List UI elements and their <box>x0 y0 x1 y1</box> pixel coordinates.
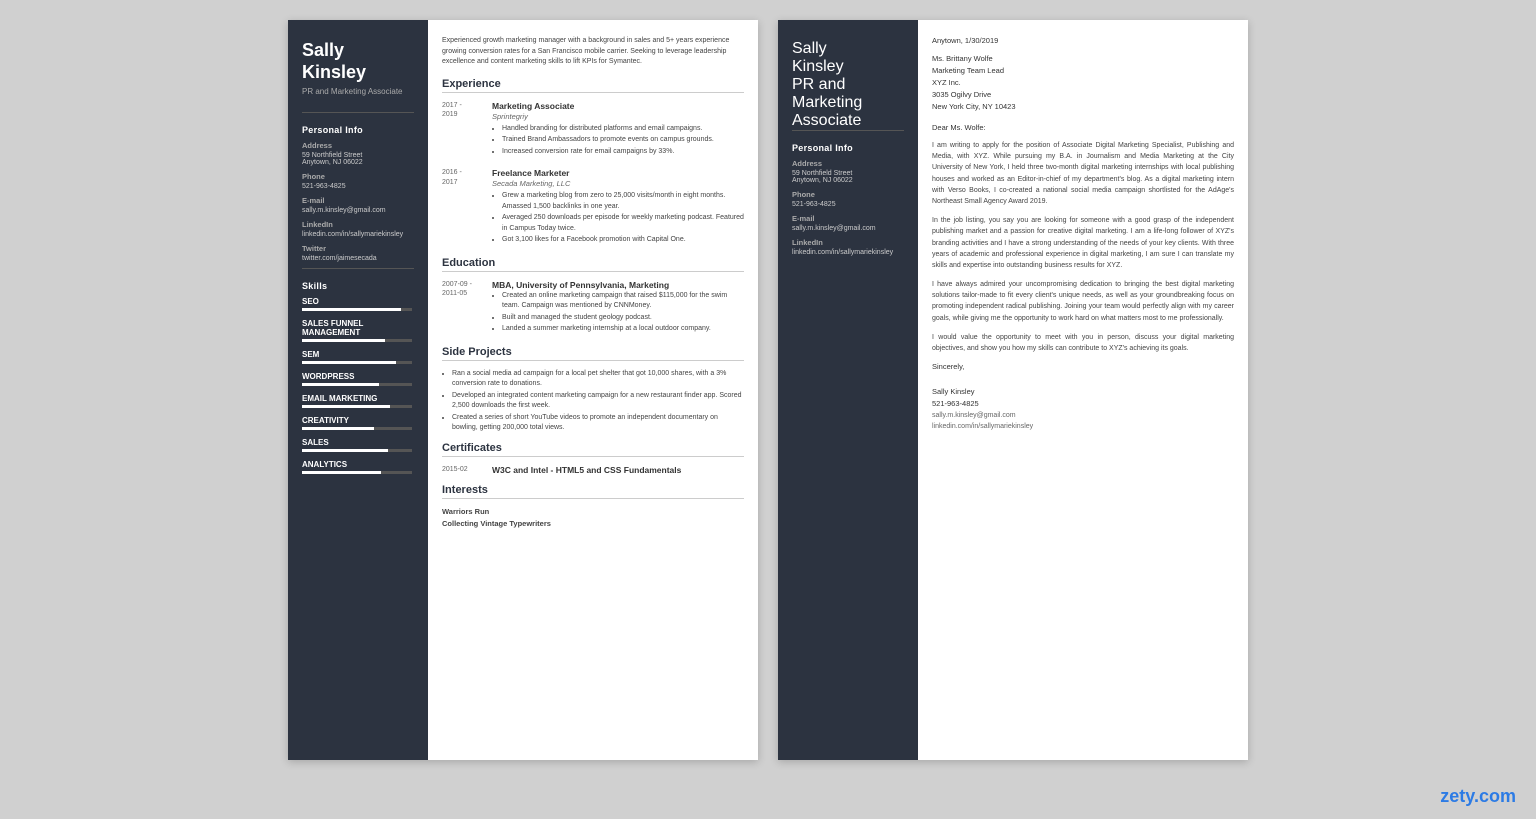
interest-2: Collecting Vintage Typewriters <box>442 519 744 528</box>
interest-1: Warriors Run <box>442 507 744 516</box>
address-label: Address <box>302 141 414 150</box>
page-container: Sally Kinsley PR and Marketing Associate… <box>0 0 1536 819</box>
cert-date-1: 2015-02 <box>442 465 482 476</box>
cover-signature: Sally Kinsley 521-963-4825 sally.m.kinsl… <box>932 386 1234 432</box>
cover-address-label: Address <box>792 159 904 168</box>
education-section-title: Education <box>442 257 744 272</box>
edu-bullets-1: Created an online marketing campaign tha… <box>492 291 744 335</box>
exp-company-1: Sprintegriy <box>492 112 744 121</box>
cover-email-label: E-mail <box>792 214 904 223</box>
skill-sales-funnel: SALES FUNNELMANAGEMENT <box>302 319 414 342</box>
exp-title-2: Freelance Marketer <box>492 168 744 178</box>
cover-phone-value: 521-963-4825 <box>792 201 904 208</box>
cover-content: Anytown, 1/30/2019 Ms. Brittany Wolfe Ma… <box>918 20 1248 760</box>
edu-date-1: 2007-09 -2011-05 <box>442 280 482 336</box>
phone-value: 521-963-4825 <box>302 183 414 190</box>
twitter-value: twitter.com/jaimesecada <box>302 255 414 262</box>
cover-personal-info-title: Personal Info <box>792 143 904 153</box>
personal-info-title: Personal Info <box>302 125 414 135</box>
resume-job-title: PR and Marketing Associate <box>302 87 414 97</box>
exp-body-1: Marketing Associate Sprintegriy Handled … <box>492 101 744 159</box>
resume-content: Experienced growth marketing manager wit… <box>428 20 758 760</box>
linkedin-label: LinkedIn <box>302 220 414 229</box>
cover-paragraph-4: I would value the opportunity to meet wi… <box>932 332 1234 354</box>
cover-greeting: Dear Ms. Wolfe: <box>932 123 1234 132</box>
cover-paragraph-1: I am writing to apply for the position o… <box>932 140 1234 207</box>
skill-email-marketing: EMAIL MARKETING <box>302 394 414 408</box>
email-value: sally.m.kinsley@gmail.com <box>302 207 414 214</box>
skill-analytics: ANALYTICS <box>302 460 414 474</box>
divider-personal <box>302 112 414 113</box>
phone-label: Phone <box>302 172 414 181</box>
skill-sem: SEM <box>302 350 414 364</box>
cert-item-1: 2015-02 W3C and Intel - HTML5 and CSS Fu… <box>442 465 744 476</box>
sig-email: sally.m.kinsley@gmail.com <box>932 410 1234 421</box>
exp-bullets-1: Handled branding for distributed platfor… <box>492 124 744 158</box>
sig-phone: 521-963-4825 <box>932 398 1234 410</box>
cover-name: Sally Kinsley <box>792 40 904 76</box>
education-item-1: 2007-09 -2011-05 MBA, University of Penn… <box>442 280 744 336</box>
side-projects-section-title: Side Projects <box>442 346 744 361</box>
skill-sales: SALES <box>302 438 414 452</box>
exp-date-2: 2016 -2017 <box>442 168 482 247</box>
cover-date: Anytown, 1/30/2019 <box>932 36 1234 45</box>
cover-job-title: PR and Marketing Associate <box>792 76 904 130</box>
sig-name: Sally Kinsley <box>932 386 1234 398</box>
cover-email-value: sally.m.kinsley@gmail.com <box>792 225 904 232</box>
cover-linkedin-value: linkedin.com/in/sallymariekinsley <box>792 249 904 256</box>
edu-title-1: MBA, University of Pennsylvania, Marketi… <box>492 280 744 290</box>
skill-creativity: CREATIVITY <box>302 416 414 430</box>
resume-sidebar: Sally Kinsley PR and Marketing Associate… <box>288 20 428 760</box>
cover-divider-personal <box>792 130 904 131</box>
resume-name: Sally Kinsley <box>302 40 414 83</box>
cover-letter-document: Sally Kinsley PR and Marketing Associate… <box>778 20 1248 760</box>
exp-body-2: Freelance Marketer Secada Marketing, LLC… <box>492 168 744 247</box>
address-value: 59 Northfield StreetAnytown, NJ 06022 <box>302 152 414 166</box>
interests-section-title: Interests <box>442 484 744 499</box>
resume-document: Sally Kinsley PR and Marketing Associate… <box>288 20 758 760</box>
cover-address-value: 59 Northfield StreetAnytown, NJ 06022 <box>792 170 904 184</box>
sig-linkedin: linkedin.com/in/sallymariekinsley <box>932 421 1234 432</box>
email-label: E-mail <box>302 196 414 205</box>
certificates-section-title: Certificates <box>442 442 744 457</box>
cover-paragraph-2: In the job listing, you say you are look… <box>932 215 1234 271</box>
cover-linkedin-label: LinkedIn <box>792 238 904 247</box>
exp-company-2: Secada Marketing, LLC <box>492 179 744 188</box>
cover-phone-label: Phone <box>792 190 904 199</box>
skill-wordpress: WORDPRESS <box>302 372 414 386</box>
divider-skills <box>302 268 414 269</box>
twitter-label: Twitter <box>302 244 414 253</box>
skills-section-title: Skills <box>302 281 414 291</box>
zety-watermark: zety.com <box>1440 786 1516 807</box>
experience-section-title: Experience <box>442 78 744 93</box>
experience-item-2: 2016 -2017 Freelance Marketer Secada Mar… <box>442 168 744 247</box>
exp-title-1: Marketing Associate <box>492 101 744 111</box>
cert-title-1: W3C and Intel - HTML5 and CSS Fundamenta… <box>492 465 681 475</box>
exp-bullets-2: Grew a marketing blog from zero to 25,00… <box>492 191 744 246</box>
cover-closing: Sincerely, <box>932 362 1234 371</box>
skill-seo: SEO <box>302 297 414 311</box>
cover-recipient: Ms. Brittany Wolfe Marketing Team Lead X… <box>932 53 1234 113</box>
linkedin-value: linkedin.com/in/sallymariekinsley <box>302 231 414 238</box>
cover-sidebar: Sally Kinsley PR and Marketing Associate… <box>778 20 918 760</box>
experience-item-1: 2017 -2019 Marketing Associate Sprintegr… <box>442 101 744 159</box>
resume-summary: Experienced growth marketing manager wit… <box>442 36 744 68</box>
side-projects-list: Ran a social media ad campaign for a loc… <box>442 369 744 434</box>
edu-body-1: MBA, University of Pennsylvania, Marketi… <box>492 280 744 336</box>
exp-date-1: 2017 -2019 <box>442 101 482 159</box>
cover-paragraph-3: I have always admired your uncompromisin… <box>932 279 1234 324</box>
